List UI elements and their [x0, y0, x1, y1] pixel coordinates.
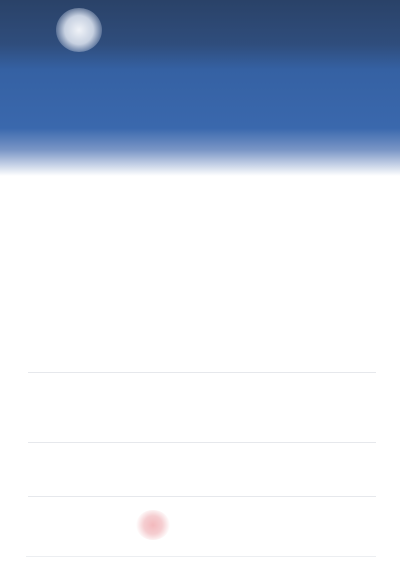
status-icon[interactable]: [136, 510, 170, 540]
details-divider: [28, 442, 376, 443]
details-divider: [28, 496, 376, 497]
logo-icon[interactable]: [56, 8, 102, 52]
page-subtitle: [12, 130, 172, 144]
nav-link-right[interactable]: [114, 22, 184, 38]
top-navigation-bar: [0, 0, 400, 56]
post-body-text: [30, 246, 370, 306]
page-header: [0, 0, 400, 176]
post-action-link[interactable]: [336, 204, 376, 218]
details-section-title: [30, 342, 190, 358]
details-divider: [28, 372, 376, 373]
page-title: [10, 104, 236, 126]
bottom-divider: [26, 556, 376, 557]
main-content: [0, 176, 400, 569]
post-timestamp: [30, 220, 130, 232]
post-author[interactable]: [30, 204, 150, 218]
